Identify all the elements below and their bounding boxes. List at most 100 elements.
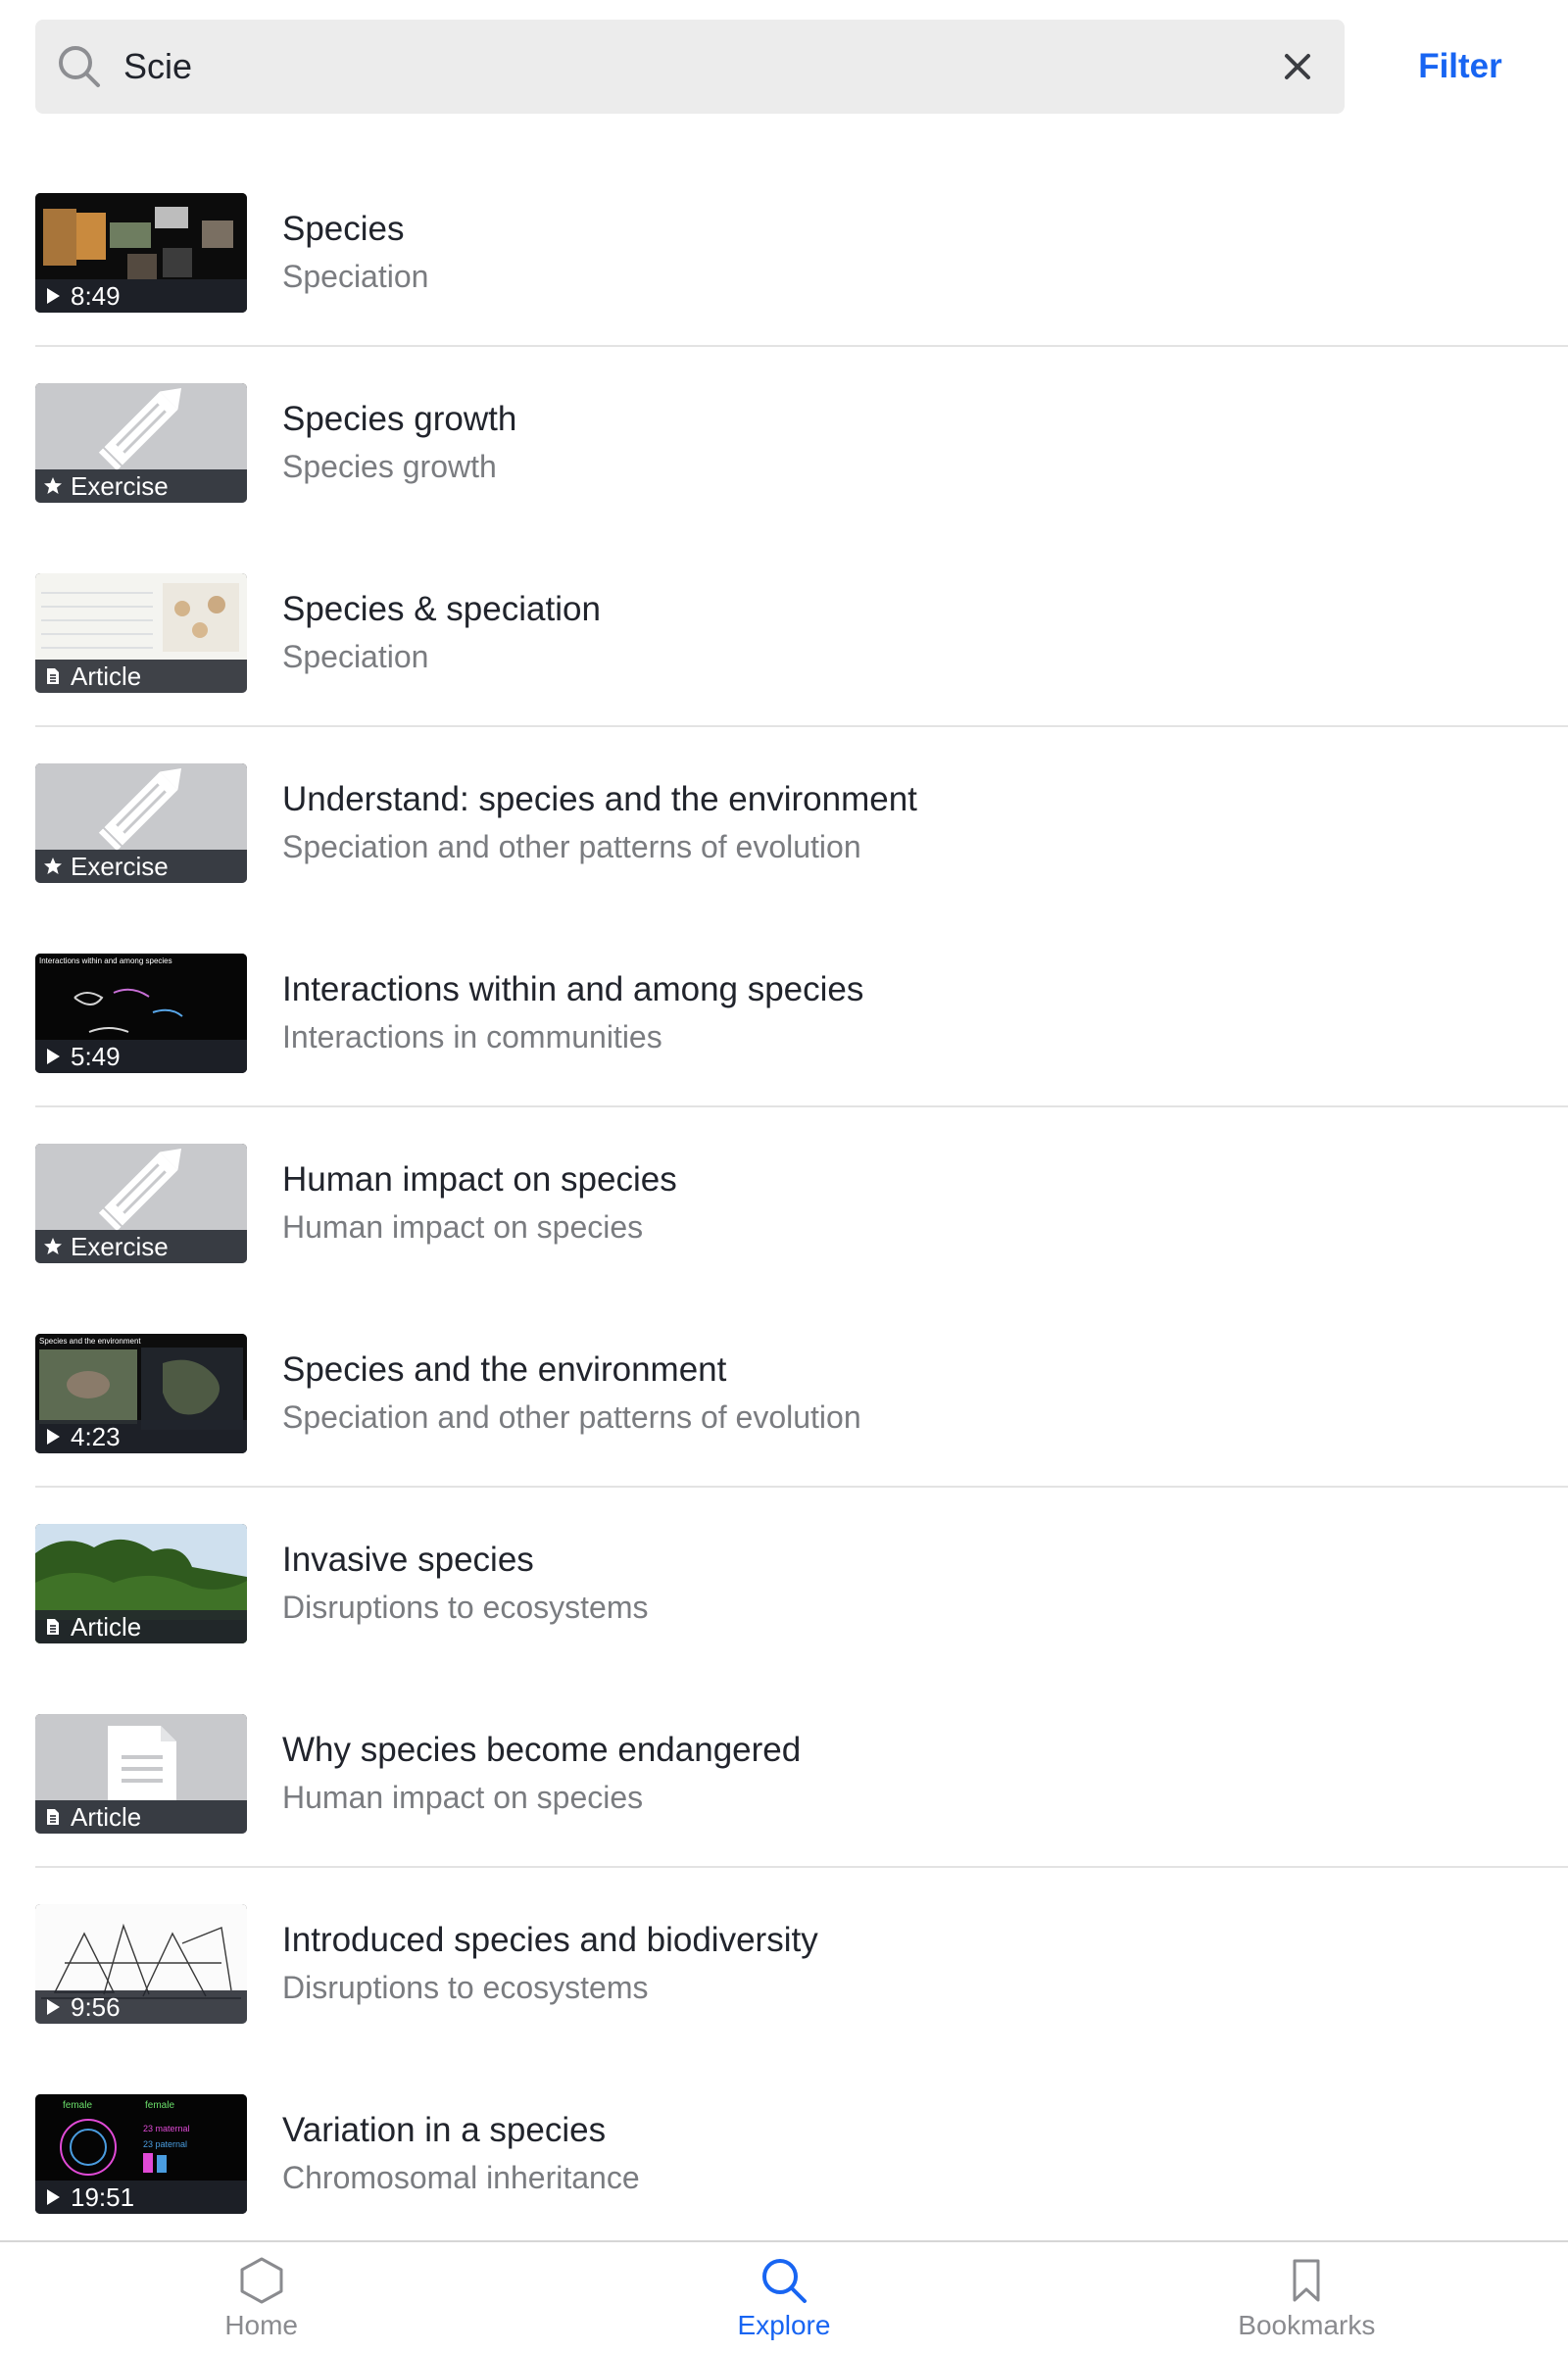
result-item[interactable]: Article Species & speciation Speciation (0, 537, 1568, 727)
content-type-badge: Article (35, 1800, 247, 1834)
thumb-caption: female (63, 2100, 92, 2111)
result-subtitle: Disruptions to ecosystems (282, 1970, 649, 2005)
play-icon (43, 1047, 63, 1066)
result-text: Why species become endangered Human impac… (282, 1729, 1548, 1819)
duration-badge: 8:49 (35, 279, 247, 313)
result-item[interactable]: Interactions within and among species 5:4… (0, 917, 1568, 1107)
result-subtitle: Speciation (282, 639, 429, 674)
result-item[interactable]: 9:56 Introduced species and biodiversity D… (0, 1868, 1568, 2058)
result-title: Human impact on species (282, 1160, 677, 1199)
video-thumbnail: Species and the environment 4:23 (35, 1334, 247, 1453)
result-subtitle: Speciation and other patterns of evoluti… (282, 829, 861, 864)
result-subtitle: Chromosomal inheritance (282, 2160, 640, 2195)
video-thumbnail: Interactions within and among species 5:4… (35, 954, 247, 1073)
content-type-badge: Exercise (35, 1230, 247, 1263)
result-item[interactable]: Article Invasive species Disruptions to ec… (0, 1488, 1568, 1678)
badge-label: Article (71, 661, 142, 691)
search-input[interactable] (123, 37, 1276, 96)
result-subtitle: Human impact on species (282, 1209, 644, 1245)
result-item[interactable]: Exercise Human impact on species Human imp… (0, 1107, 1568, 1298)
badge-label: 4:23 (71, 1421, 121, 1451)
filter-button[interactable]: Filter (1392, 20, 1529, 114)
result-subtitle: Disruptions to ecosystems (282, 1590, 649, 1625)
exercise-thumbnail: Exercise (35, 763, 247, 883)
result-text: Human impact on species Human impact on s… (282, 1158, 1548, 1249)
tab-home[interactable]: Home (0, 2242, 522, 2353)
result-title: Interactions within and among species (282, 970, 864, 1008)
result-subtitle: Speciation and other patterns of evoluti… (282, 1399, 861, 1435)
badge-label: 9:56 (71, 1991, 121, 2022)
svg-text:23 maternal: 23 maternal (143, 2124, 190, 2133)
content-type-badge: Article (35, 660, 247, 693)
video-thumbnail: 9:56 (35, 1904, 247, 2024)
result-text: Understand: species and the environment S… (282, 778, 1548, 868)
result-item[interactable]: 8:49 Species Speciation (0, 157, 1568, 347)
home-hexagon-icon (236, 2255, 287, 2306)
bookmark-icon (1281, 2255, 1332, 2306)
result-title: Variation in a species (282, 2111, 607, 2149)
search-icon (57, 44, 102, 89)
result-title: Species (282, 210, 405, 248)
result-item[interactable]: female female 23 maternal 23 paternal 19:51 V… (0, 2058, 1568, 2240)
play-icon (43, 2187, 63, 2207)
search-results-list: 8:49 Species Speciation Exercise Species gro… (0, 157, 1568, 2240)
result-item[interactable]: Article Why species become endangered Huma… (0, 1678, 1568, 1868)
article-thumbnail: Article (35, 1714, 247, 1834)
tab-bookmarks[interactable]: Bookmarks (1046, 2242, 1568, 2353)
star-icon (43, 1237, 63, 1256)
duration-badge: 4:23 (35, 1420, 247, 1453)
content-type-badge: Article (35, 1610, 247, 1643)
result-item[interactable]: Exercise Understand: species and the envi… (0, 727, 1568, 917)
document-icon (43, 1807, 63, 1827)
thumb-caption: Interactions within and among species (39, 956, 172, 965)
search-bar[interactable] (35, 20, 1345, 114)
result-subtitle: Interactions in communities (282, 1019, 662, 1054)
badge-label: 19:51 (71, 2181, 135, 2212)
video-thumbnail: female female 23 maternal 23 paternal 19:51 (35, 2094, 247, 2214)
duration-badge: 19:51 (35, 2181, 247, 2214)
tab-bookmarks-label: Bookmarks (1238, 2309, 1376, 2340)
exercise-thumbnail: Exercise (35, 383, 247, 503)
video-thumbnail: 8:49 (35, 193, 247, 313)
tab-explore-label: Explore (737, 2309, 831, 2340)
play-icon (43, 1997, 63, 2017)
result-text: Introduced species and biodiversity Disru… (282, 1919, 1548, 2009)
result-subtitle: Species growth (282, 449, 497, 484)
exercise-thumbnail: Exercise (35, 1144, 247, 1263)
result-text: Interactions within and among species Int… (282, 968, 1548, 1058)
result-text: Species growth Species growth (282, 398, 1548, 488)
badge-label: Article (71, 1611, 142, 1642)
badge-label: Exercise (71, 470, 169, 501)
result-text: Invasive species Disruptions to ecosystem… (282, 1539, 1548, 1629)
result-title: Species & speciation (282, 590, 601, 628)
result-title: Introduced species and biodiversity (282, 1921, 818, 1959)
star-icon (43, 857, 63, 876)
tab-home-label: Home (224, 2309, 299, 2340)
badge-label: Exercise (71, 851, 169, 881)
result-title: Why species become endangered (282, 1731, 802, 1769)
document-icon (43, 1617, 63, 1637)
tab-explore[interactable]: Explore (522, 2242, 1045, 2353)
star-icon (43, 476, 63, 496)
result-text: Variation in a species Chromosomal inheri… (282, 2109, 1548, 2199)
content-type-badge: Exercise (35, 469, 247, 503)
thumb-caption: Species and the environment (39, 1337, 141, 1346)
document-icon (43, 666, 63, 686)
duration-badge: 5:49 (35, 1040, 247, 1073)
article-thumbnail: Article (35, 1524, 247, 1643)
result-subtitle: Human impact on species (282, 1780, 644, 1815)
explore-search-icon (759, 2255, 809, 2306)
result-title: Understand: species and the environment (282, 780, 917, 818)
content-type-badge: Exercise (35, 850, 247, 883)
result-item[interactable]: Exercise Species growth Species growth (0, 347, 1568, 537)
badge-label: 5:49 (71, 1041, 121, 1071)
result-text: Species & speciation Speciation (282, 588, 1548, 678)
bottom-nav: Home Explore Bookmarks (0, 2240, 1568, 2353)
clear-search-icon[interactable] (1276, 45, 1319, 88)
duration-badge: 9:56 (35, 1990, 247, 2024)
article-thumbnail: Article (35, 573, 247, 693)
result-item[interactable]: Species and the environment 4:23 Species a… (0, 1298, 1568, 1488)
badge-label: Article (71, 1801, 142, 1832)
result-subtitle: Speciation (282, 259, 429, 294)
result-title: Species growth (282, 400, 517, 438)
